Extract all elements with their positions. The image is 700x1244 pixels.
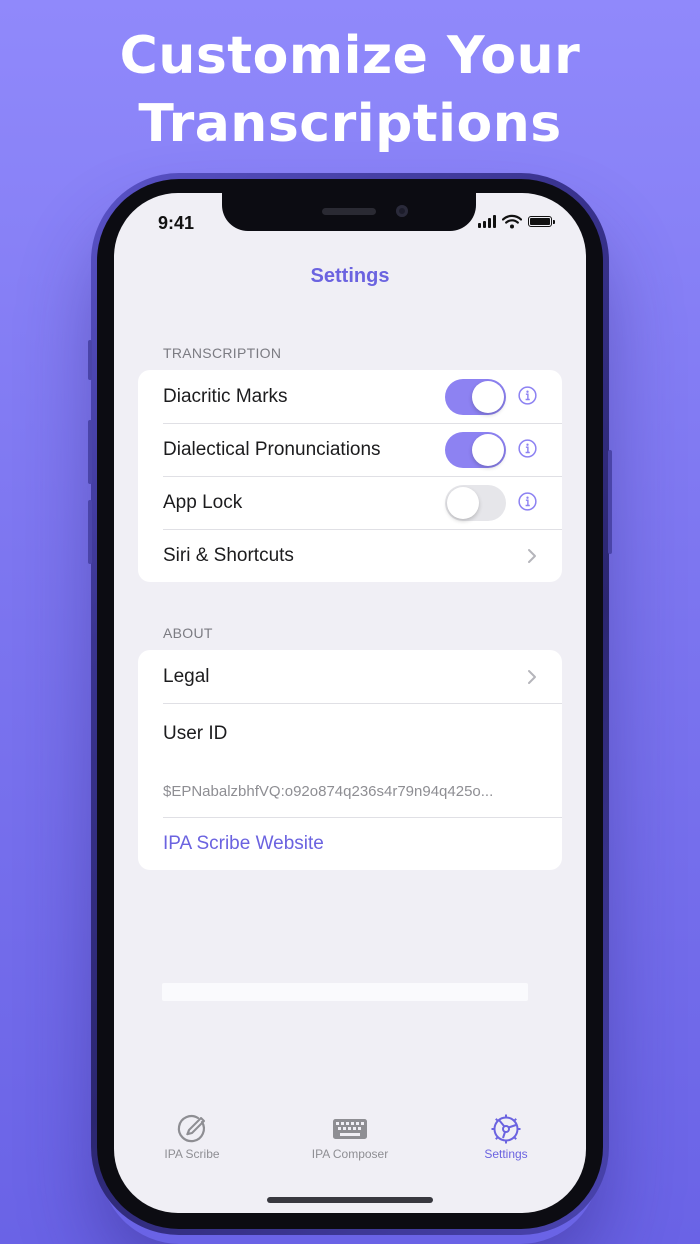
gear-icon: [491, 1114, 521, 1144]
row-label: Dialectical Pronunciations: [163, 438, 381, 460]
row-siri-shortcuts[interactable]: Siri & Shortcuts: [138, 529, 562, 582]
website-link[interactable]: IPA Scribe Website: [163, 833, 324, 855]
tab-label: Settings: [484, 1147, 528, 1161]
app-lock-toggle[interactable]: [445, 485, 506, 521]
user-id-value: $EPNabalzbhfVQ:o92o874q236s4r79n94q425o.…: [163, 782, 494, 800]
speaker: [322, 208, 376, 215]
side-button-silent: [88, 340, 92, 380]
row-label: App Lock: [163, 491, 243, 513]
chevron-right-icon: [528, 549, 536, 563]
user-id-label: User ID: [163, 723, 228, 744]
keyboard-icon: [333, 1119, 367, 1139]
row-legal[interactable]: Legal: [138, 650, 562, 703]
pencil-circle-icon: [177, 1115, 205, 1143]
info-icon[interactable]: [518, 386, 537, 405]
row-diacritic-marks: Diacritic Marks: [138, 370, 562, 423]
front-camera: [396, 205, 408, 217]
row-label: Siri & Shortcuts: [163, 544, 294, 566]
phone-screen: 9:41 Settings TRANSCRIPTION Diacritic Ma…: [114, 193, 586, 1213]
home-indicator[interactable]: [267, 1197, 433, 1203]
nav-title: Settings: [310, 265, 390, 287]
wifi-icon: [502, 214, 522, 228]
transcription-group: Diacritic Marks Dialectical Pronunciatio…: [138, 370, 562, 582]
section-header-transcription: TRANSCRIPTION: [163, 345, 282, 361]
tab-ipa-scribe[interactable]: IPA Scribe: [132, 1113, 252, 1161]
row-label: Legal: [163, 665, 210, 687]
chevron-right-icon: [528, 670, 536, 684]
side-button-power: [608, 450, 612, 554]
row-label: Diacritic Marks: [163, 385, 288, 407]
tab-label: IPA Composer: [311, 1147, 389, 1161]
headline-line-2: Transcriptions: [138, 94, 562, 154]
headline-line-1: Customize Your: [119, 26, 581, 86]
cellular-signal-icon: [478, 214, 496, 228]
status-time: 9:41: [158, 213, 195, 233]
tab-settings[interactable]: Settings: [446, 1113, 566, 1161]
headline: Customize Your Transcriptions: [0, 22, 700, 158]
dialectical-pronunciations-toggle[interactable]: [445, 432, 506, 468]
battery-icon: [528, 215, 555, 227]
row-dialectical-pronunciations: Dialectical Pronunciations: [138, 423, 562, 476]
tab-bar: IPA Scribe IPA Composer Settings: [114, 1113, 586, 1173]
tab-label: IPA Scribe: [164, 1147, 220, 1161]
row-user-id: User ID: [138, 703, 562, 765]
row-app-lock: App Lock: [138, 476, 562, 529]
side-button-volume-up: [88, 420, 92, 484]
about-group: Legal User ID $EPNabalzbhfVQ:o92o874q236…: [138, 650, 562, 870]
notch: [222, 193, 476, 231]
row-user-id-value[interactable]: $EPNabalzbhfVQ:o92o874q236s4r79n94q425o.…: [138, 765, 562, 817]
banner-placeholder: [162, 983, 528, 1001]
info-icon[interactable]: [518, 439, 537, 458]
info-icon[interactable]: [518, 492, 537, 511]
side-button-volume-down: [88, 500, 92, 564]
diacritic-marks-toggle[interactable]: [445, 379, 506, 415]
tab-ipa-composer[interactable]: IPA Composer: [290, 1113, 410, 1161]
section-header-about: ABOUT: [163, 625, 213, 641]
status-icons: [478, 213, 555, 229]
row-website-link[interactable]: IPA Scribe Website: [138, 817, 562, 870]
